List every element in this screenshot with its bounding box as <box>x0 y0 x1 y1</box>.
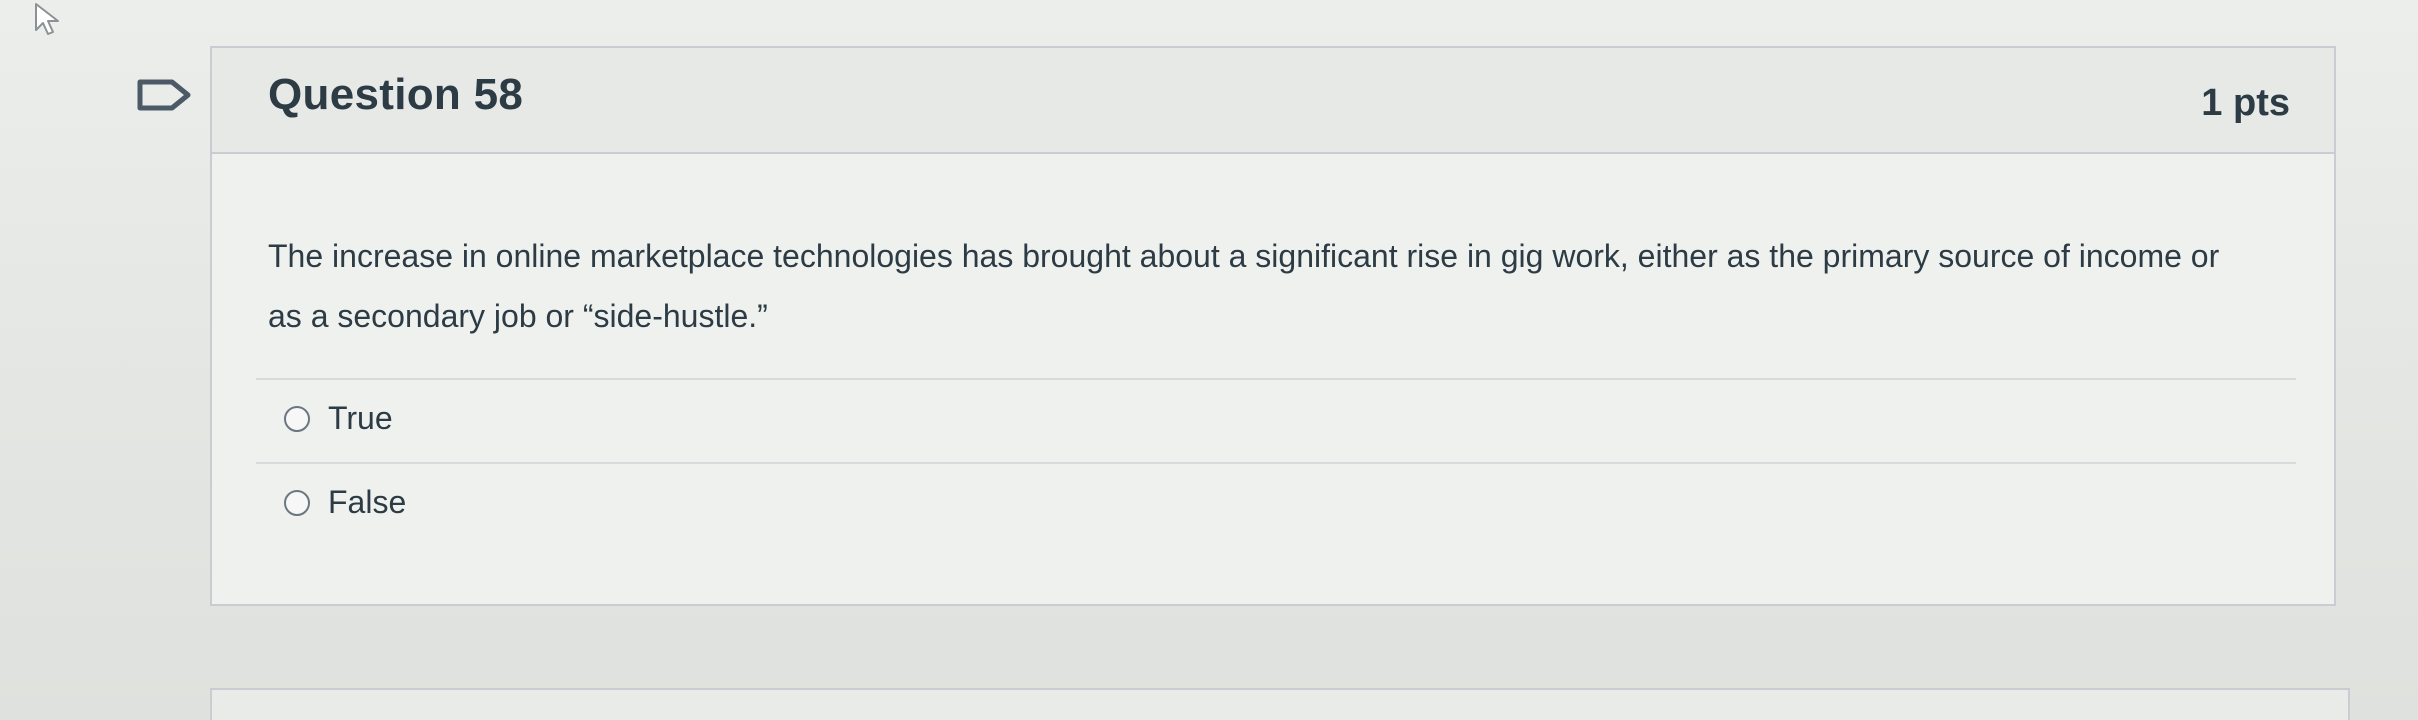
question-header: Question 58 1 pts <box>212 48 2334 154</box>
radio-button[interactable] <box>284 490 310 516</box>
answer-label: True <box>328 400 393 436</box>
answer-label: False <box>328 484 407 520</box>
question-points: 1 pts <box>2201 82 2290 124</box>
mouse-pointer-icon <box>35 3 59 35</box>
answer-option-false[interactable]: False <box>256 462 2296 546</box>
answer-list: True False <box>256 378 2296 546</box>
question-text: The increase in online marketplace techn… <box>268 238 2220 334</box>
flag-question-icon[interactable] <box>134 76 196 114</box>
quiz-page: Question 58 1 pts The increase in online… <box>0 0 2418 720</box>
radio-button[interactable] <box>284 406 310 432</box>
question-card: Question 58 1 pts The increase in online… <box>210 46 2336 606</box>
answer-option-true[interactable]: True <box>256 378 2296 462</box>
next-question-card <box>210 688 2350 720</box>
question-title: Question 58 <box>268 70 524 119</box>
